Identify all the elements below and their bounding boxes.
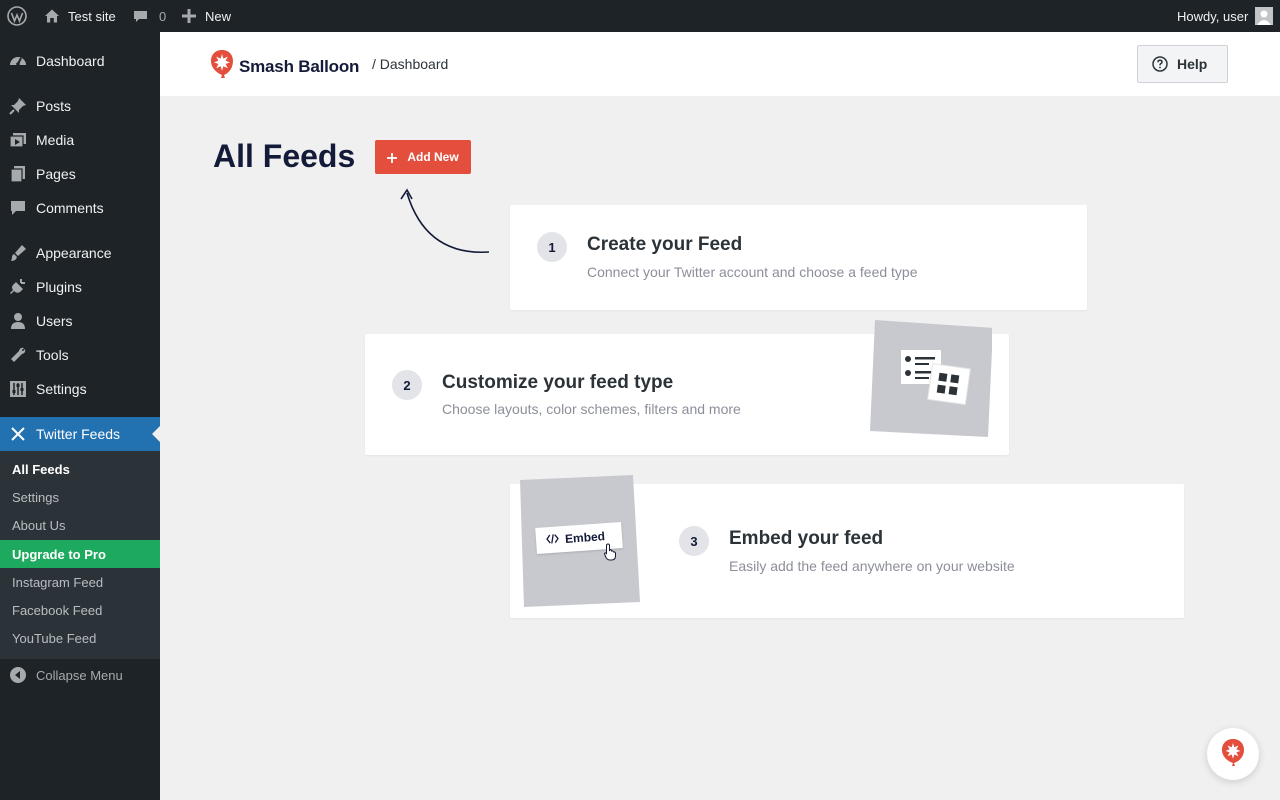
media-icon (8, 130, 28, 150)
brush-icon (8, 243, 28, 263)
wordpress-logo-icon[interactable] (7, 0, 27, 32)
site-name: Test site (68, 8, 116, 24)
home-icon (44, 8, 60, 24)
my-account-link[interactable]: Howdy, user (1177, 0, 1274, 32)
sidebar-item-label: Posts (36, 98, 72, 114)
sidebar-item-label: Pages (36, 166, 76, 182)
balloon-logo-icon (210, 49, 234, 84)
embed-illustration: Embed (520, 475, 640, 607)
step-number: 1 (537, 232, 567, 262)
submenu-item-settings[interactable]: Settings (0, 483, 160, 511)
submenu-item-all-feeds[interactable]: All Feeds (0, 455, 160, 483)
sidebar-item-label: Settings (36, 381, 87, 397)
help-label: Help (1177, 56, 1208, 72)
sidebar-item-dashboard[interactable]: Dashboard (0, 44, 160, 78)
sidebar-item-label: Users (36, 313, 73, 329)
plus-icon (387, 152, 398, 163)
hand-cursor-icon (603, 543, 618, 566)
x-icon (8, 424, 28, 444)
sidebar-item-label: Tools (36, 347, 69, 363)
smash-balloon-help-fab[interactable] (1207, 728, 1259, 780)
pages-icon (8, 164, 28, 184)
step-card-create-feed: 1 Create your Feed Connect your Twitter … (510, 205, 1087, 310)
sidebar-item-tools[interactable]: Tools (0, 338, 160, 372)
sidebar-item-label: Dashboard (36, 53, 105, 69)
comment-bubble-icon (133, 9, 148, 24)
step-title: Embed your feed (729, 528, 884, 549)
help-button[interactable]: Help (1137, 45, 1228, 83)
curved-arrow-icon (396, 184, 492, 263)
balloon-star-icon (1219, 737, 1247, 772)
twitter-feeds-submenu: All Feeds Settings About Us Upgrade to P… (0, 451, 160, 659)
sidebar-item-label: Twitter Feeds (36, 426, 121, 442)
sidebar-item-appearance[interactable]: Appearance (0, 236, 160, 270)
question-circle-icon (1152, 56, 1168, 72)
pin-icon (8, 96, 28, 116)
step-title: Create your Feed (587, 234, 743, 255)
step-number: 2 (392, 370, 422, 400)
avatar (1255, 7, 1274, 25)
sidebar-item-label: Comments (36, 200, 104, 216)
sidebar-item-pages[interactable]: Pages (0, 157, 160, 191)
new-content-link[interactable]: New (182, 0, 231, 32)
sidebar-item-media[interactable]: Media (0, 123, 160, 157)
sidebar-item-settings[interactable]: Settings (0, 372, 160, 406)
add-new-label: Add New (407, 150, 459, 164)
submenu-item-upgrade-to-pro[interactable]: Upgrade to Pro (0, 540, 160, 568)
admin-bar: Test site 0 New Howdy, user (0, 0, 1280, 32)
breadcrumb: / Dashboard (372, 56, 449, 72)
greeting: Howdy, user (1177, 8, 1249, 24)
admin-sidebar: Dashboard Posts Media Pages Comments App… (0, 32, 160, 800)
collapse-arrow-icon (10, 667, 26, 683)
embed-label: Embed (564, 529, 606, 546)
smash-balloon-logo[interactable]: Smash Balloon (210, 49, 359, 84)
submenu-item-youtube-feed[interactable]: YouTube Feed (0, 624, 160, 652)
dashboard-icon (8, 51, 28, 71)
collapse-menu-button[interactable]: Collapse Menu (0, 658, 160, 692)
comments-count: 0 (159, 8, 167, 24)
page-title: All Feeds (213, 138, 356, 174)
sidebar-item-plugins[interactable]: Plugins (0, 270, 160, 304)
layout-illustration (870, 320, 993, 437)
sidebar-item-label: Media (36, 132, 75, 148)
submenu-item-facebook-feed[interactable]: Facebook Feed (0, 596, 160, 624)
sliders-icon (8, 379, 28, 399)
step-description: Easily add the feed anywhere on your web… (729, 558, 1015, 574)
step-title: Customize your feed type (442, 372, 674, 393)
step-number: 3 (679, 526, 709, 556)
sidebar-item-users[interactable]: Users (0, 304, 160, 338)
comments-link[interactable]: 0 (133, 0, 166, 32)
plug-icon (8, 277, 28, 297)
step-description: Choose layouts, color schemes, filters a… (442, 401, 741, 417)
sidebar-item-posts[interactable]: Posts (0, 89, 160, 123)
site-name-link[interactable]: Test site (44, 0, 116, 32)
sidebar-item-label: Plugins (36, 279, 82, 295)
plugin-header: Smash Balloon / Dashboard Help (160, 32, 1280, 96)
wrench-icon (8, 345, 28, 365)
submenu-item-instagram-feed[interactable]: Instagram Feed (0, 568, 160, 596)
brand-name: Smash Balloon (239, 56, 360, 76)
plus-icon (182, 9, 196, 23)
new-label: New (205, 8, 232, 24)
sidebar-item-label: Appearance (36, 245, 112, 261)
collapse-menu-label: Collapse Menu (36, 667, 123, 683)
sidebar-item-comments[interactable]: Comments (0, 191, 160, 225)
code-icon (546, 532, 560, 547)
add-new-button[interactable]: Add New (375, 140, 471, 174)
step-description: Connect your Twitter account and choose … (587, 264, 918, 280)
comment-icon (8, 198, 28, 218)
sidebar-item-twitter-feeds[interactable]: Twitter Feeds (0, 417, 160, 451)
submenu-item-about-us[interactable]: About Us (0, 511, 160, 539)
user-icon (8, 311, 28, 331)
